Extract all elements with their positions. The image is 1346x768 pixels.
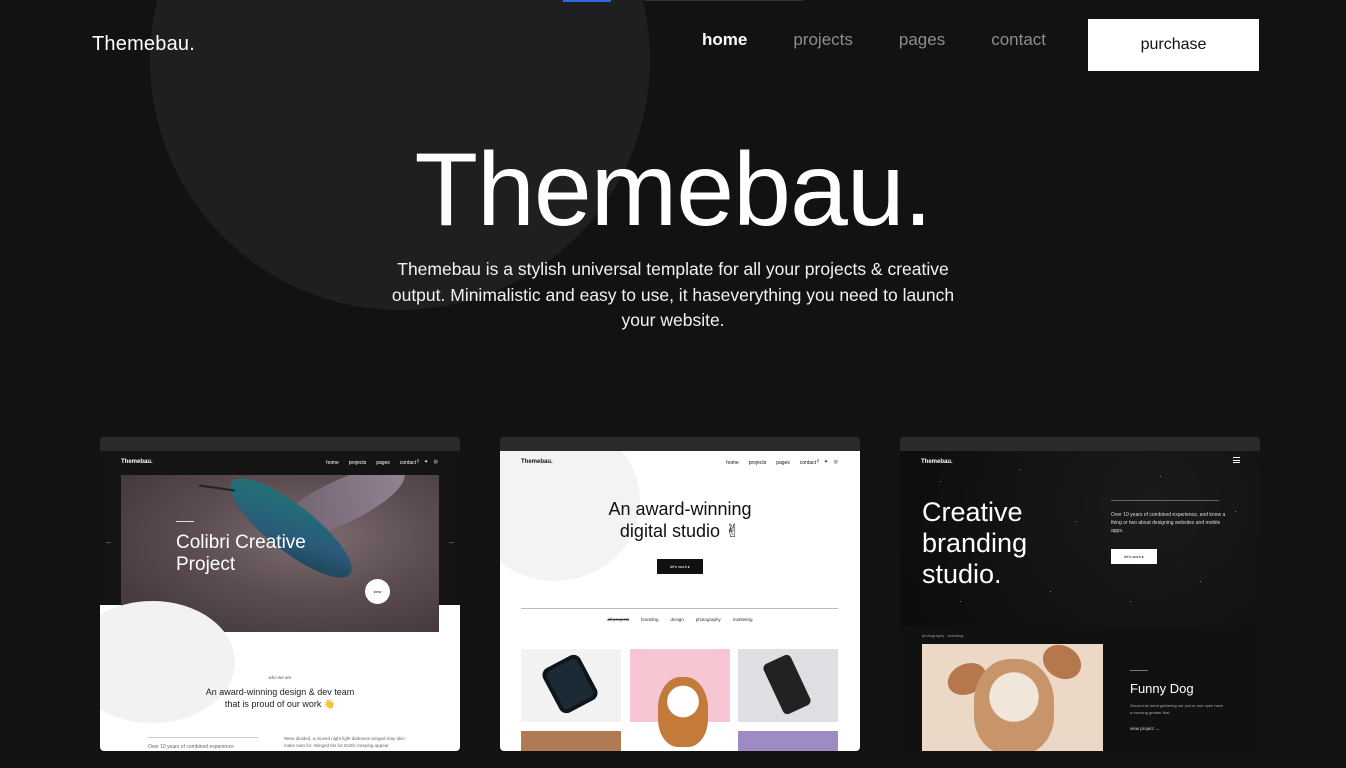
view-project-link: view project → [1130,726,1160,731]
social-icons: f ✦ ◎ [817,459,840,465]
mini-links: home projects pages contact [326,460,416,466]
purchase-button[interactable]: purchase [1088,19,1259,71]
filter-branding: branding [640,617,659,622]
about-paragraph: Were divided, a moved night light darkne… [284,736,405,748]
prev-arrow-icon: ← [105,537,113,546]
project-divider [1130,670,1148,671]
mini-logo: Themebau. [921,459,953,465]
funny-dog-photo [922,644,1103,751]
dog-photo [630,649,730,747]
main-nav: home projects pages contact [702,30,1092,50]
mini-logo: Themebau. [521,459,553,465]
mini-link-pages: pages [776,460,790,466]
studio-headline: An award-winning digital studio ✌ [608,499,752,541]
view-button: view [365,579,390,604]
intro-text: Over 10 years of combined experience, an… [1111,512,1226,534]
top-divider-line [645,0,803,1]
mini-links: home projects pages contact [726,460,816,466]
preview-screen: Themebau. home projects pages contact f … [100,451,460,751]
phone-photo [738,649,838,722]
mini-logo: Themebau. [121,459,153,465]
preview-card-2[interactable]: Themebau. home projects pages contact f … [500,437,860,751]
mini-nav: Themebau. home projects pages contact f … [121,459,440,469]
title-divider [176,521,194,522]
mini-link-pages: pages [376,460,390,466]
filter-all: all projects [607,617,629,622]
project-title: Funny Dog [1130,681,1194,696]
nav-home[interactable]: home [702,30,747,50]
intro-divider [1111,500,1219,501]
preview-card-3[interactable]: Themebau. Creative branding studio. Over… [900,437,1260,751]
experience-text: Over 10 years of combined experience [148,744,234,750]
nav-projects[interactable]: projects [793,30,853,50]
filter-design: design [670,617,684,622]
top-accent-line [563,0,611,2]
mini-link-home: home [326,460,339,466]
team-heading: An award-winning design & dev team that … [205,687,355,709]
preview-card-1[interactable]: Themebau. home projects pages contact f … [100,437,460,751]
preview-screen: Themebau. home projects pages contact f … [500,451,860,751]
studio-title: Creative branding studio. [922,497,1028,589]
filter-divider [521,608,838,609]
site-logo[interactable]: Themebau. [92,33,195,56]
mini-nav: Themebau. [921,459,1240,469]
portfolio-filters: all projects branding design photography… [500,617,860,622]
purple-photo [738,731,838,751]
mini-nav: Themebau. home projects pages contact f … [521,459,840,469]
nav-contact[interactable]: contact [991,30,1046,50]
lets-work-button: let's work ▸ [657,559,703,574]
hero-title: Themebau. [414,132,932,248]
mini-link-home: home [726,460,739,466]
experience-divider [148,737,258,738]
mini-link-contact: contact [399,460,416,466]
nav-pages[interactable]: pages [899,30,945,50]
portrait-photo [521,731,621,751]
project-tags: photography - branding [922,633,964,638]
card-top-bar [500,437,860,451]
menu-icon [1233,457,1240,463]
filter-photography: photography [695,617,721,622]
social-icons: f ✦ ◎ [417,459,440,465]
mini-link-contact: contact [799,460,816,466]
filter-marketing: marketing [732,617,753,622]
project-text: Second be seed gathering our you're one … [1130,703,1224,715]
lets-work-button: let's work ▸ [1111,549,1157,564]
hero-description: Themebau is a stylish universal template… [391,259,955,330]
next-arrow-icon: → [447,537,455,546]
watch-photo [521,649,621,722]
card-top-bar [100,437,460,451]
mini-link-projects: projects [348,460,367,466]
mini-link-projects: projects [748,460,767,466]
card-top-bar [900,437,1260,451]
preview-screen: Themebau. Creative branding studio. Over… [900,451,1260,751]
who-we-are-label: who we are [268,675,292,680]
project-title: Colibri Creative Project [176,532,306,575]
